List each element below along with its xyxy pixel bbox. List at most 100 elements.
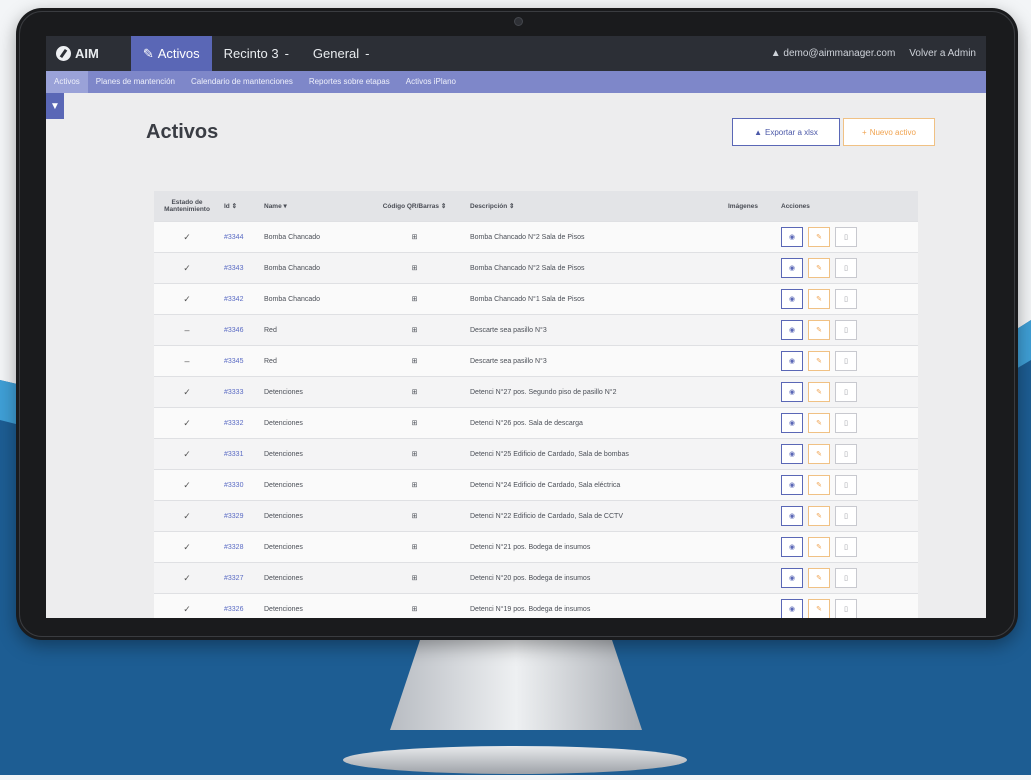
brand[interactable]: AIM [46,46,111,61]
asset-id-link[interactable]: #3329 [220,500,260,532]
trash-icon: ▯ [844,544,848,551]
edit-button[interactable]: ✎ [808,227,830,247]
col-code[interactable]: Código QR/Barras ⇕ [363,191,466,222]
asset-id-link[interactable]: #3328 [220,531,260,563]
view-button[interactable]: ◉ [781,227,803,247]
delete-button[interactable]: ▯ [835,413,857,433]
nav-dropdown-general[interactable]: General - [301,46,382,61]
table-row: ✓ #3344 Bomba Chancado ⊞ Bomba Chancado … [154,221,918,253]
qr-code-icon[interactable]: ⊞ [363,500,466,532]
edit-button[interactable]: ✎ [808,537,830,557]
delete-button[interactable]: ▯ [835,568,857,588]
edit-button[interactable]: ✎ [808,320,830,340]
asset-name: Bomba Chancado [260,283,363,315]
edit-button[interactable]: ✎ [808,289,830,309]
view-button[interactable]: ◉ [781,382,803,402]
delete-button[interactable]: ▯ [835,227,857,247]
row-actions: ◉ ✎ ▯ [777,221,918,253]
col-description[interactable]: Descripción ⇕ [466,191,724,222]
view-button[interactable]: ◉ [781,444,803,464]
subnav-item-planes[interactable]: Planes de mantención [88,71,183,93]
asset-id-link[interactable]: #3332 [220,407,260,439]
delete-button[interactable]: ▯ [835,444,857,464]
edit-button[interactable]: ✎ [808,568,830,588]
edit-button[interactable]: ✎ [808,382,830,402]
subnav-item-iplano[interactable]: Activos iPlano [398,71,464,93]
asset-id-link[interactable]: #3326 [220,593,260,618]
view-button[interactable]: ◉ [781,413,803,433]
edit-button[interactable]: ✎ [808,413,830,433]
view-button[interactable]: ◉ [781,475,803,495]
asset-id-link[interactable]: #3344 [220,221,260,253]
edit-button[interactable]: ✎ [808,475,830,495]
qr-code-icon[interactable]: ⊞ [363,283,466,315]
plus-icon: + [862,127,867,137]
nav-dropdown-recinto[interactable]: Recinto 3 - [212,46,301,61]
qr-code-icon[interactable]: ⊞ [363,562,466,594]
user-menu[interactable]: ▲ demo@aimmanager.com [771,48,896,59]
col-id[interactable]: Id ⇕ [220,191,260,222]
view-button[interactable]: ◉ [781,537,803,557]
new-asset-button[interactable]: + Nuevo activo [843,118,935,146]
asset-id-link[interactable]: #3333 [220,376,260,408]
qr-code-icon[interactable]: ⊞ [363,345,466,377]
view-button[interactable]: ◉ [781,351,803,371]
col-status[interactable]: Estado de Mantenimiento [154,191,220,222]
edit-button[interactable]: ✎ [808,444,830,464]
col-name[interactable]: Name ▾ [260,191,363,222]
qr-code-icon[interactable]: ⊞ [363,407,466,439]
view-button[interactable]: ◉ [781,258,803,278]
delete-button[interactable]: ▯ [835,537,857,557]
qr-code-icon[interactable]: ⊞ [363,469,466,501]
delete-button[interactable]: ▯ [835,320,857,340]
table-row: ✓ #3333 Detenciones ⊞ Detenci N°27 pos. … [154,376,918,408]
edit-button[interactable]: ✎ [808,599,830,618]
table-row: ✓ #3342 Bomba Chancado ⊞ Bomba Chancado … [154,283,918,315]
asset-id-link[interactable]: #3343 [220,252,260,284]
edit-icon: ✎ [816,513,822,520]
view-button[interactable]: ◉ [781,506,803,526]
qr-code-icon[interactable]: ⊞ [363,314,466,346]
view-button[interactable]: ◉ [781,289,803,309]
eye-icon: ◉ [788,234,796,241]
view-button[interactable]: ◉ [781,320,803,340]
asset-id-link[interactable]: #3330 [220,469,260,501]
sidebar-toggle-button[interactable]: ▼ [46,93,64,119]
qr-code-icon[interactable]: ⊞ [363,221,466,253]
edit-button[interactable]: ✎ [808,351,830,371]
asset-description: Detenci N°27 pos. Segundo piso de pasill… [466,376,724,408]
qr-code-icon[interactable]: ⊞ [363,376,466,408]
subnav-item-calendario[interactable]: Calendario de mantenciones [183,71,301,93]
delete-button[interactable]: ▯ [835,382,857,402]
export-xlsx-button[interactable]: ▲ Exportar a xlsx [732,118,840,146]
delete-button[interactable]: ▯ [835,506,857,526]
eye-icon: ◉ [788,389,796,396]
nav-tab-activos[interactable]: ✎ Activos [130,36,212,71]
asset-id-link[interactable]: #3345 [220,345,260,377]
delete-button[interactable]: ▯ [835,258,857,278]
asset-id-link[interactable]: #3331 [220,438,260,470]
assets-table: Estado de Mantenimiento Id ⇕ Name ▾ Códi… [154,191,918,618]
row-actions: ◉ ✎ ▯ [777,531,918,563]
maintenance-status: – [154,345,220,377]
view-button[interactable]: ◉ [781,568,803,588]
edit-button[interactable]: ✎ [808,506,830,526]
qr-code-icon[interactable]: ⊞ [363,593,466,618]
eye-icon: ◉ [788,420,796,427]
delete-button[interactable]: ▯ [835,475,857,495]
qr-code-icon[interactable]: ⊞ [363,252,466,284]
back-to-admin-link[interactable]: Volver a Admin [909,48,976,59]
qr-code-icon[interactable]: ⊞ [363,438,466,470]
subnav-item-activos[interactable]: Activos [46,71,88,93]
delete-button[interactable]: ▯ [835,351,857,371]
qr-code-icon[interactable]: ⊞ [363,531,466,563]
delete-button[interactable]: ▯ [835,289,857,309]
view-button[interactable]: ◉ [781,599,803,618]
asset-id-link[interactable]: #3346 [220,314,260,346]
subnav-item-reportes[interactable]: Reportes sobre etapas [301,71,398,93]
asset-id-link[interactable]: #3327 [220,562,260,594]
delete-button[interactable]: ▯ [835,599,857,618]
asset-description: Descarte sea pasillo N°3 [466,314,724,346]
edit-button[interactable]: ✎ [808,258,830,278]
asset-id-link[interactable]: #3342 [220,283,260,315]
